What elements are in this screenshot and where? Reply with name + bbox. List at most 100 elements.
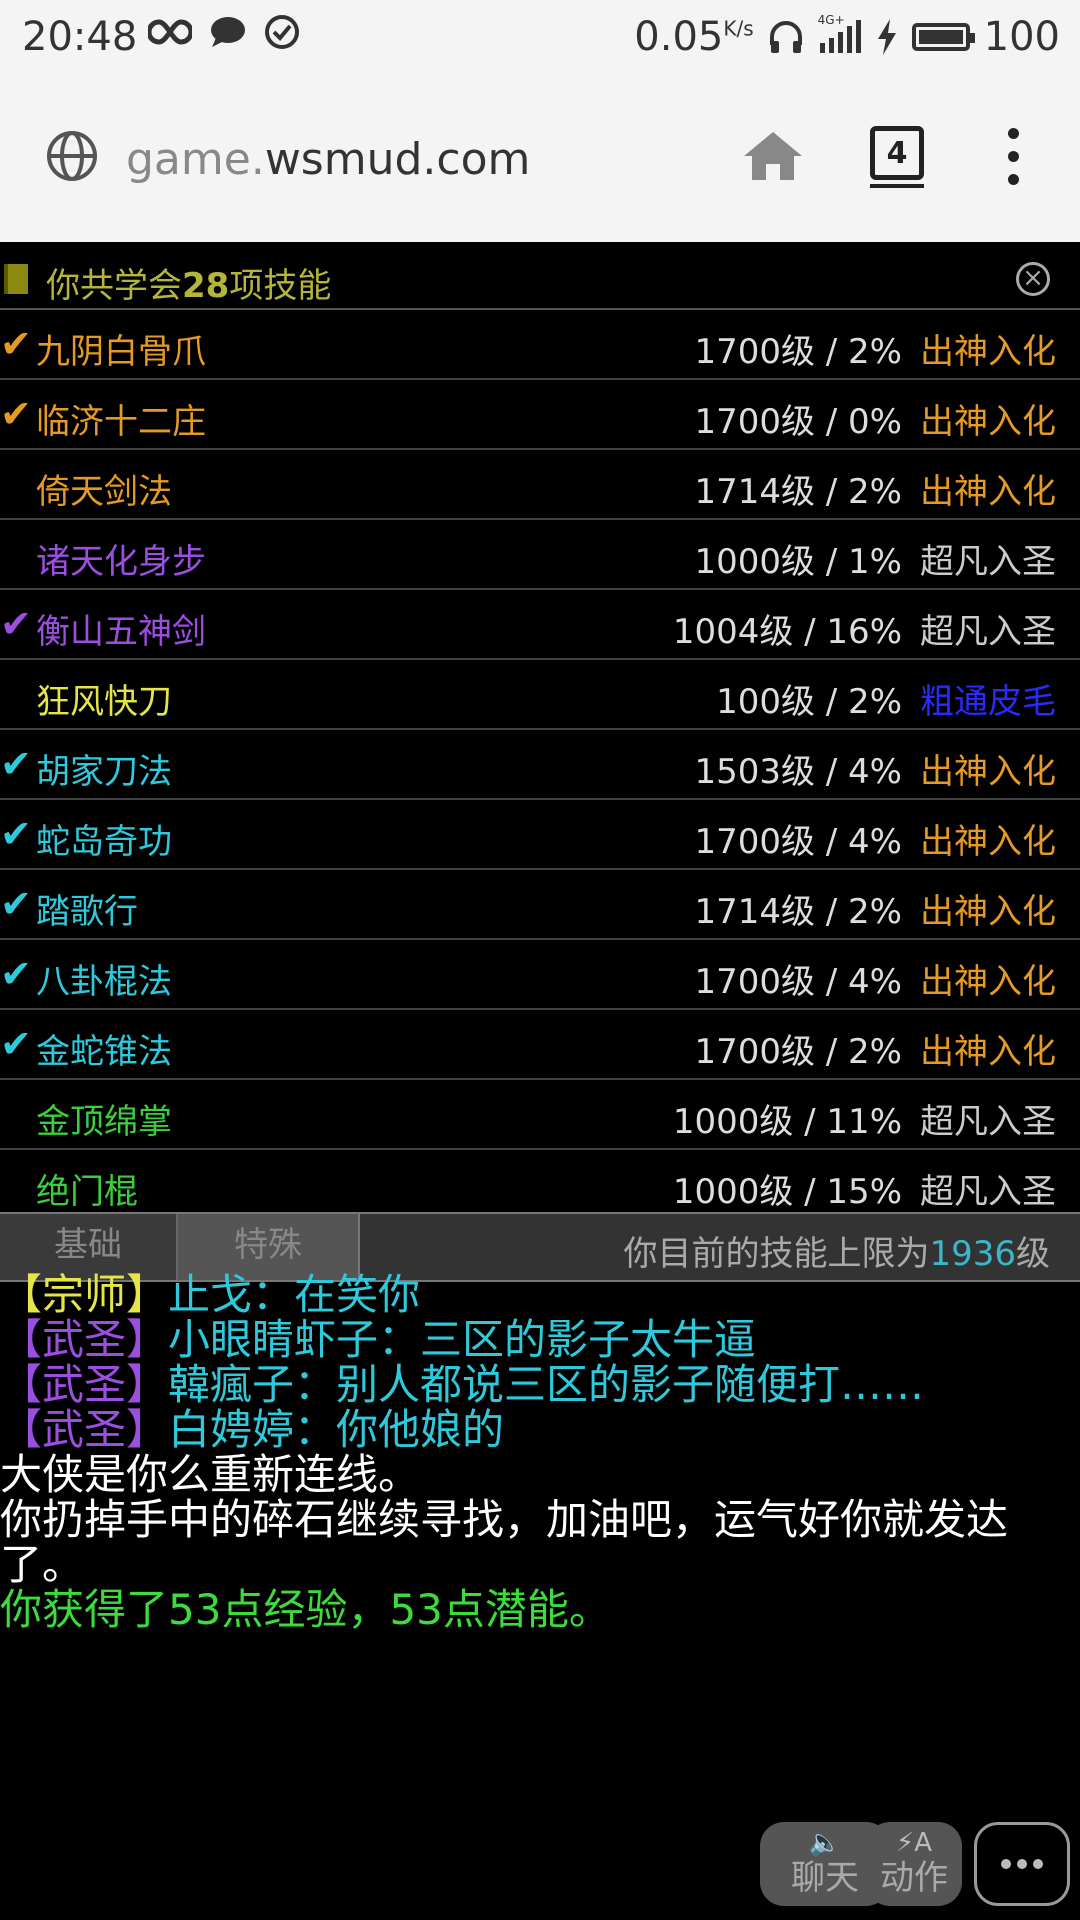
skill-rank: 出神入化 [920,332,1056,372]
skill-level: 1000级 / 1% [694,542,902,582]
skill-rank: 出神入化 [920,892,1056,932]
battery-icon [911,23,975,51]
skills-panel-header: 你共学会28项技能 × [0,242,1080,310]
browser-toolbar: game.wsmud.com 4 [0,76,1080,242]
message-log: 【宗师】止戈：在笑你 【武圣】小眼睛虾子：三区的影子太牛逼 【武圣】韓瘋子：别人都说… [0,1272,1080,1632]
skill-level: 1503级 / 4% [694,752,902,792]
skill-level: 100级 / 2% [716,682,902,722]
skill-level: 1700级 / 0% [694,402,902,442]
skill-row[interactable]: ✔ 踏歌行 1714级 / 2% 出神入化 [0,870,1080,940]
clock: 20:48 [22,14,138,60]
action-button[interactable]: ⚡A 动作 [866,1822,962,1906]
chat-line: 【宗师】止戈：在笑你 [0,1272,1080,1317]
skill-level: 1000级 / 11% [672,1102,902,1142]
skill-row[interactable]: ✔ 临济十二庄 1700级 / 0% 出神入化 [0,380,1080,450]
skill-name: 倚天剑法 [36,472,172,512]
skill-row[interactable]: 诸天化身步 1000级 / 1% 超凡入圣 [0,520,1080,590]
skill-row[interactable]: 倚天剑法 1714级 / 2% 出神入化 [0,450,1080,520]
chat-line: 【武圣】白娉婷：你他娘的 [0,1407,1080,1452]
chat-line: 【武圣】小眼睛虾子：三区的影子太牛逼 [0,1317,1080,1362]
skill-level: 1700级 / 2% [694,332,902,372]
skill-row[interactable]: ✔ 衡山五神剑 1004级 / 16% 超凡入圣 [0,590,1080,660]
skill-rank: 出神入化 [920,472,1056,512]
chat-text: 白娉婷：你他娘的 [168,1405,505,1454]
headphones-icon [769,21,802,53]
battery-percent: 100 [983,14,1060,60]
overflow-menu-icon[interactable] [1008,128,1020,197]
skill-name: 绝门棍 [36,1172,138,1212]
skill-row[interactable]: 狂风快刀 100级 / 2% 粗通皮毛 [0,660,1080,730]
check-icon: ✔ [0,742,32,786]
more-button[interactable] [974,1822,1070,1906]
more-dots-icon [977,1859,1067,1869]
chat-title: 【武圣】 [0,1360,169,1409]
url-field[interactable]: game.wsmud.com [126,134,530,185]
charging-icon [877,19,896,55]
tab-count-button[interactable]: 4 [870,126,924,188]
check-icon: ✔ [0,1022,32,1066]
skill-level: 1714级 / 2% [694,892,902,932]
skill-name: 临济十二庄 [36,402,206,442]
skill-rank: 出神入化 [920,752,1056,792]
skill-rank: 超凡入圣 [920,542,1056,582]
check-icon: ✔ [0,392,32,436]
skill-rank: 出神入化 [920,402,1056,442]
skill-name: 蛇岛奇功 [36,822,172,862]
book-icon [4,264,28,294]
lightning-icon: ⚡A [895,1828,933,1858]
infinity-icon [148,19,192,45]
skill-rank: 粗通皮毛 [920,682,1056,722]
skill-rank: 超凡入圣 [920,1172,1056,1212]
network-speed: 0.05K/s [634,14,754,60]
check-icon: ✔ [0,602,32,646]
skill-limit-text: 你目前的技能上限为1936级 [623,1234,1050,1274]
chat-text: 止戈：在笑你 [168,1270,421,1319]
check-icon: ✔ [0,812,32,856]
skill-name: 金蛇锥法 [36,1032,172,1072]
system-message: 大侠是你么重新连线。 [0,1450,421,1499]
skill-row[interactable]: ✔ 金蛇锥法 1700级 / 2% 出神入化 [0,1010,1080,1080]
system-message: 你获得了53点经验，53点潜能。 [0,1585,611,1634]
skill-rank: 出神入化 [920,1032,1056,1072]
skill-level: 1700级 / 4% [694,962,902,1002]
skill-level: 1004级 / 16% [672,612,902,652]
skill-level: 1714级 / 2% [694,472,902,512]
chat-text: 韓瘋子：别人都说三区的影子随便打…… [168,1360,925,1409]
check-icon: ✔ [0,882,32,926]
chat-line: 【武圣】韓瘋子：别人都说三区的影子随便打…… [0,1362,1080,1407]
system-message: 你扔掉手中的碎石继续寻找，加油吧，运气好你就发达了。 [0,1495,1009,1589]
skill-name: 九阴白骨爪 [36,332,206,372]
skill-name: 诸天化身步 [36,542,206,582]
skill-row[interactable]: ✔ 九阴白骨爪 1700级 / 2% 出神入化 [0,310,1080,380]
chat-bubble-icon [211,17,245,47]
signal-icon: 4G+ [818,13,862,55]
skill-row[interactable]: 绝门棍 1000级 / 15% 超凡入圣 [0,1150,1080,1212]
skill-level: 1700级 / 4% [694,822,902,862]
skill-name: 踏歌行 [36,892,138,932]
skill-name: 八卦棍法 [36,962,172,1002]
chat-title: 【武圣】 [0,1405,169,1454]
skill-name: 衡山五神剑 [36,612,206,652]
skills-list: ✔ 九阴白骨爪 1700级 / 2% 出神入化 ✔ 临济十二庄 1700级 / 0% 出神入化… [0,310,1080,1212]
skill-row[interactable]: ✔ 蛇岛奇功 1700级 / 4% 出神入化 [0,800,1080,870]
skills-panel-title: 你共学会28项技能 [46,266,332,306]
chat-title: 【武圣】 [0,1315,169,1364]
skill-row[interactable]: 金顶绵掌 1000级 / 11% 超凡入圣 [0,1080,1080,1150]
close-icon[interactable]: × [1016,262,1050,296]
chat-text: 小眼睛虾子：三区的影子太牛逼 [168,1315,757,1364]
check-icon: ✔ [0,952,32,996]
skill-name: 金顶绵掌 [36,1102,172,1142]
skill-level: 1700级 / 2% [694,1032,902,1072]
skill-row[interactable]: ✔ 八卦棍法 1700级 / 4% 出神入化 [0,940,1080,1010]
globe-icon [47,131,97,181]
skill-rank: 超凡入圣 [920,1102,1056,1142]
check-icon: ✔ [0,322,32,366]
skill-rank: 超凡入圣 [920,612,1056,652]
home-icon[interactable] [742,130,804,182]
check-circle-icon [265,15,299,49]
skill-name: 胡家刀法 [36,752,172,792]
skill-level: 1000级 / 15% [672,1172,902,1212]
chat-title: 【宗师】 [0,1270,169,1319]
skill-rank: 出神入化 [920,962,1056,1002]
skill-row[interactable]: ✔ 胡家刀法 1503级 / 4% 出神入化 [0,730,1080,800]
